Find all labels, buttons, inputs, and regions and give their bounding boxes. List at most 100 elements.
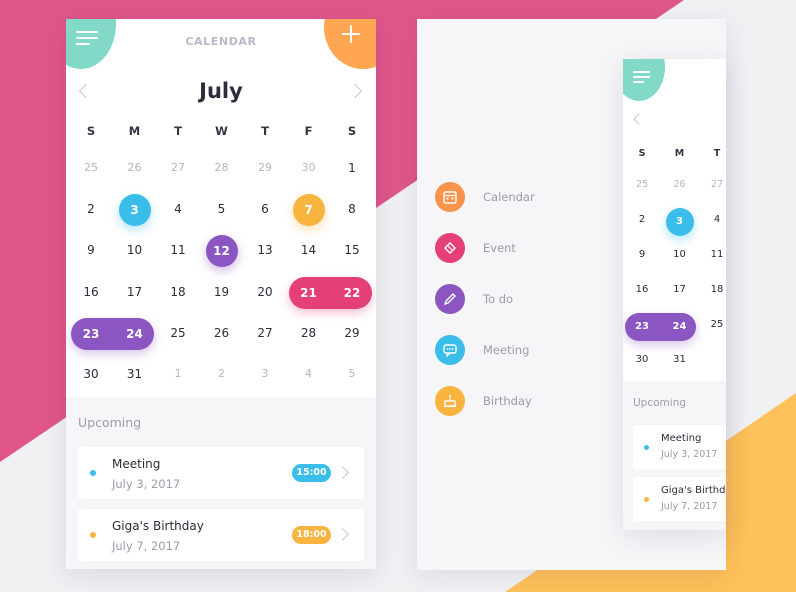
event-card-birthday[interactable]: Giga's Birthday July 7, 2017 xyxy=(633,477,726,521)
day-cell-highlighted[interactable]: 12 xyxy=(205,235,238,268)
cake-icon xyxy=(435,386,465,416)
day-cell[interactable]: 11 xyxy=(698,249,726,260)
event-card-meeting[interactable]: Meeting July 3, 2017 15:00 xyxy=(78,447,364,499)
event-title: Giga's Birthday xyxy=(661,485,726,496)
day-cell[interactable]: 9 xyxy=(69,243,113,257)
event-dot xyxy=(644,445,649,450)
menu-item-label: Event xyxy=(483,241,516,255)
event-date: July 7, 2017 xyxy=(112,539,181,553)
weekday-label: M xyxy=(674,148,685,159)
calendar-grid: S M T 25 26 27 2 3 4 9 10 11 16 17 18 23 24 25 30 31 xyxy=(623,59,726,384)
event-dot xyxy=(90,532,96,538)
day-cell-in-range: 23 xyxy=(635,321,649,332)
chevron-right-icon[interactable] xyxy=(336,528,349,541)
menu-item-meeting[interactable]: Meeting xyxy=(435,335,615,365)
event-date: July 7, 2017 xyxy=(661,501,718,512)
day-cell[interactable]: 18 xyxy=(156,285,200,299)
day-cell[interactable]: 17 xyxy=(113,285,157,299)
chevron-right-icon[interactable] xyxy=(336,466,349,479)
day-cell[interactable]: 2 xyxy=(69,202,113,216)
day-cell-other-month[interactable]: 26 xyxy=(113,161,157,174)
weekday-label: S xyxy=(347,124,357,138)
upcoming-label: Upcoming xyxy=(633,397,687,409)
day-cell[interactable]: 8 xyxy=(330,202,374,216)
event-card-birthday[interactable]: Giga's Birthday July 7, 2017 18:00 xyxy=(78,509,364,561)
menu-item-event[interactable]: Event xyxy=(435,233,615,263)
day-cell[interactable]: 2 xyxy=(623,214,661,225)
day-cell-other-month[interactable]: 5 xyxy=(330,367,374,380)
event-card-meeting[interactable]: Meeting July 3, 2017 xyxy=(633,425,726,469)
weekday-label: S xyxy=(86,124,96,138)
day-cell-in-range: 22 xyxy=(343,285,361,300)
calendar-grid: S M T W T F S 25 26 27 28 29 30 1 2 3 4 5 6 7 8 9 10 11 12 13 14 15… xyxy=(66,19,376,399)
event-time-badge: 15:00 xyxy=(292,464,331,482)
day-range-pill[interactable]: 23 24 xyxy=(71,317,155,350)
day-cell[interactable]: 28 xyxy=(287,326,331,340)
day-cell-other-month[interactable]: 26 xyxy=(661,179,699,190)
day-cell-other-month[interactable]: 30 xyxy=(287,161,331,174)
day-cell-other-month[interactable]: 25 xyxy=(69,161,113,174)
weekday-label: T xyxy=(261,124,269,138)
upcoming-label: Upcoming xyxy=(78,415,142,430)
day-cell[interactable]: 4 xyxy=(156,202,200,216)
day-cell[interactable]: 13 xyxy=(243,243,287,257)
day-cell-other-month[interactable]: 1 xyxy=(156,367,200,380)
day-cell-other-month[interactable]: 4 xyxy=(287,367,331,380)
day-cell[interactable]: 19 xyxy=(200,285,244,299)
day-cell[interactable]: 31 xyxy=(661,354,699,365)
menu-item-birthday[interactable]: Birthday xyxy=(435,386,615,416)
day-cell-highlighted[interactable]: 3 xyxy=(665,208,694,236)
day-cell[interactable]: 31 xyxy=(113,367,157,381)
day-cell[interactable]: 26 xyxy=(200,326,244,340)
day-cell-other-month[interactable]: 28 xyxy=(200,161,244,174)
day-cell[interactable]: 1 xyxy=(330,161,374,175)
day-range-pill[interactable]: 21 22 xyxy=(288,276,372,309)
day-cell-highlighted[interactable]: 3 xyxy=(118,194,151,227)
day-cell[interactable]: 30 xyxy=(69,367,113,381)
menu-item-todo[interactable]: To do xyxy=(435,284,615,314)
calendar-preview-screen: S M T 25 26 27 2 3 4 9 10 11 16 17 18 23 24 25 30 31 Upcomi… xyxy=(623,59,726,530)
day-cell[interactable]: 29 xyxy=(330,326,374,340)
chat-bubble-icon xyxy=(435,335,465,365)
day-cell[interactable]: 16 xyxy=(69,285,113,299)
day-cell[interactable]: 15 xyxy=(330,243,374,257)
ticket-icon xyxy=(435,233,465,263)
day-cell[interactable]: 16 xyxy=(623,284,661,295)
day-cell[interactable]: 10 xyxy=(661,249,699,260)
weekday-label: S xyxy=(638,148,646,159)
day-cell-other-month[interactable]: 27 xyxy=(156,161,200,174)
calendar-screen: CALENDAR July S M T W T F S 25 26 27 28 29 30 1 2 3 4 5 6 7… xyxy=(66,19,376,569)
upcoming-section: Upcoming Meeting July 3, 2017 15:00 Giga… xyxy=(66,397,376,569)
weekday-label: T xyxy=(174,124,182,138)
day-cell[interactable]: 30 xyxy=(623,354,661,365)
day-cell[interactable]: 9 xyxy=(623,249,661,260)
day-cell[interactable]: 25 xyxy=(156,326,200,340)
day-cell[interactable]: 17 xyxy=(661,284,699,295)
menu-item-label: Calendar xyxy=(483,190,535,204)
day-cell[interactable]: 11 xyxy=(156,243,200,257)
menu-item-calendar[interactable]: Calendar xyxy=(435,182,615,212)
event-title: Meeting xyxy=(661,433,702,444)
day-cell-other-month[interactable]: 2 xyxy=(200,367,244,380)
day-cell-other-month[interactable]: 27 xyxy=(698,179,726,190)
event-date: July 3, 2017 xyxy=(112,477,181,491)
day-cell-other-month[interactable]: 29 xyxy=(243,161,287,174)
menu-item-label: Birthday xyxy=(483,394,532,408)
day-cell[interactable]: 5 xyxy=(200,202,244,216)
day-cell[interactable]: 14 xyxy=(287,243,331,257)
day-cell-in-range: 21 xyxy=(300,285,317,300)
event-title: Meeting xyxy=(112,457,161,471)
day-cell[interactable]: 20 xyxy=(243,285,287,299)
day-cell[interactable]: 18 xyxy=(698,284,726,295)
day-cell[interactable]: 27 xyxy=(243,326,287,340)
day-range-pill[interactable]: 23 24 xyxy=(625,313,697,341)
day-cell-other-month[interactable]: 25 xyxy=(623,179,661,190)
day-cell[interactable]: 6 xyxy=(243,202,287,216)
weekday-label: W xyxy=(215,124,228,138)
day-cell[interactable]: 10 xyxy=(113,243,157,257)
day-cell[interactable]: 4 xyxy=(698,214,726,225)
event-dot xyxy=(644,497,649,502)
day-cell-other-month[interactable]: 3 xyxy=(243,367,287,380)
day-cell[interactable]: 25 xyxy=(698,319,726,330)
day-cell-highlighted[interactable]: 7 xyxy=(292,194,325,227)
